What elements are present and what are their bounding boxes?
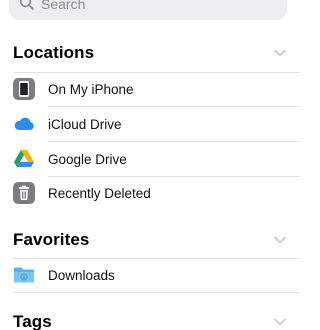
icloud-icon	[12, 112, 36, 136]
search-icon	[19, 0, 34, 10]
location-item-recently-deleted[interactable]: Recently Deleted	[0, 176, 300, 210]
folder-icon	[12, 263, 36, 287]
tags-section-header[interactable]: Tags	[13, 310, 286, 330]
divider	[13, 292, 300, 293]
chevron-down-icon[interactable]	[274, 318, 286, 326]
location-item-icloud-drive[interactable]: iCloud Drive	[0, 107, 300, 141]
favorites-title: Favorites	[13, 230, 90, 249]
files-browse-screen: Search Locations On My iPhone iCloud Dri…	[0, 0, 300, 330]
tags-title: Tags	[13, 312, 52, 330]
chevron-down-icon[interactable]	[274, 236, 286, 244]
location-label: On My iPhone	[48, 81, 134, 97]
favorite-label: Downloads	[48, 267, 115, 283]
location-item-google-drive[interactable]: Google Drive	[0, 142, 300, 176]
location-label: iCloud Drive	[48, 116, 122, 132]
search-field[interactable]: Search	[9, 0, 287, 20]
iphone-icon	[12, 77, 36, 101]
favorites-section-header[interactable]: Favorites	[13, 228, 286, 252]
google-drive-icon	[12, 147, 36, 171]
favorite-item-downloads[interactable]: Downloads	[0, 258, 300, 292]
location-label: Recently Deleted	[48, 185, 151, 201]
location-item-on-my-iphone[interactable]: On My iPhone	[0, 72, 300, 106]
trash-icon	[12, 181, 36, 205]
chevron-down-icon[interactable]	[274, 49, 286, 57]
location-label: Google Drive	[48, 151, 127, 167]
locations-title: Locations	[13, 43, 95, 62]
search-placeholder: Search	[41, 0, 86, 12]
locations-section-header[interactable]: Locations	[13, 41, 286, 65]
